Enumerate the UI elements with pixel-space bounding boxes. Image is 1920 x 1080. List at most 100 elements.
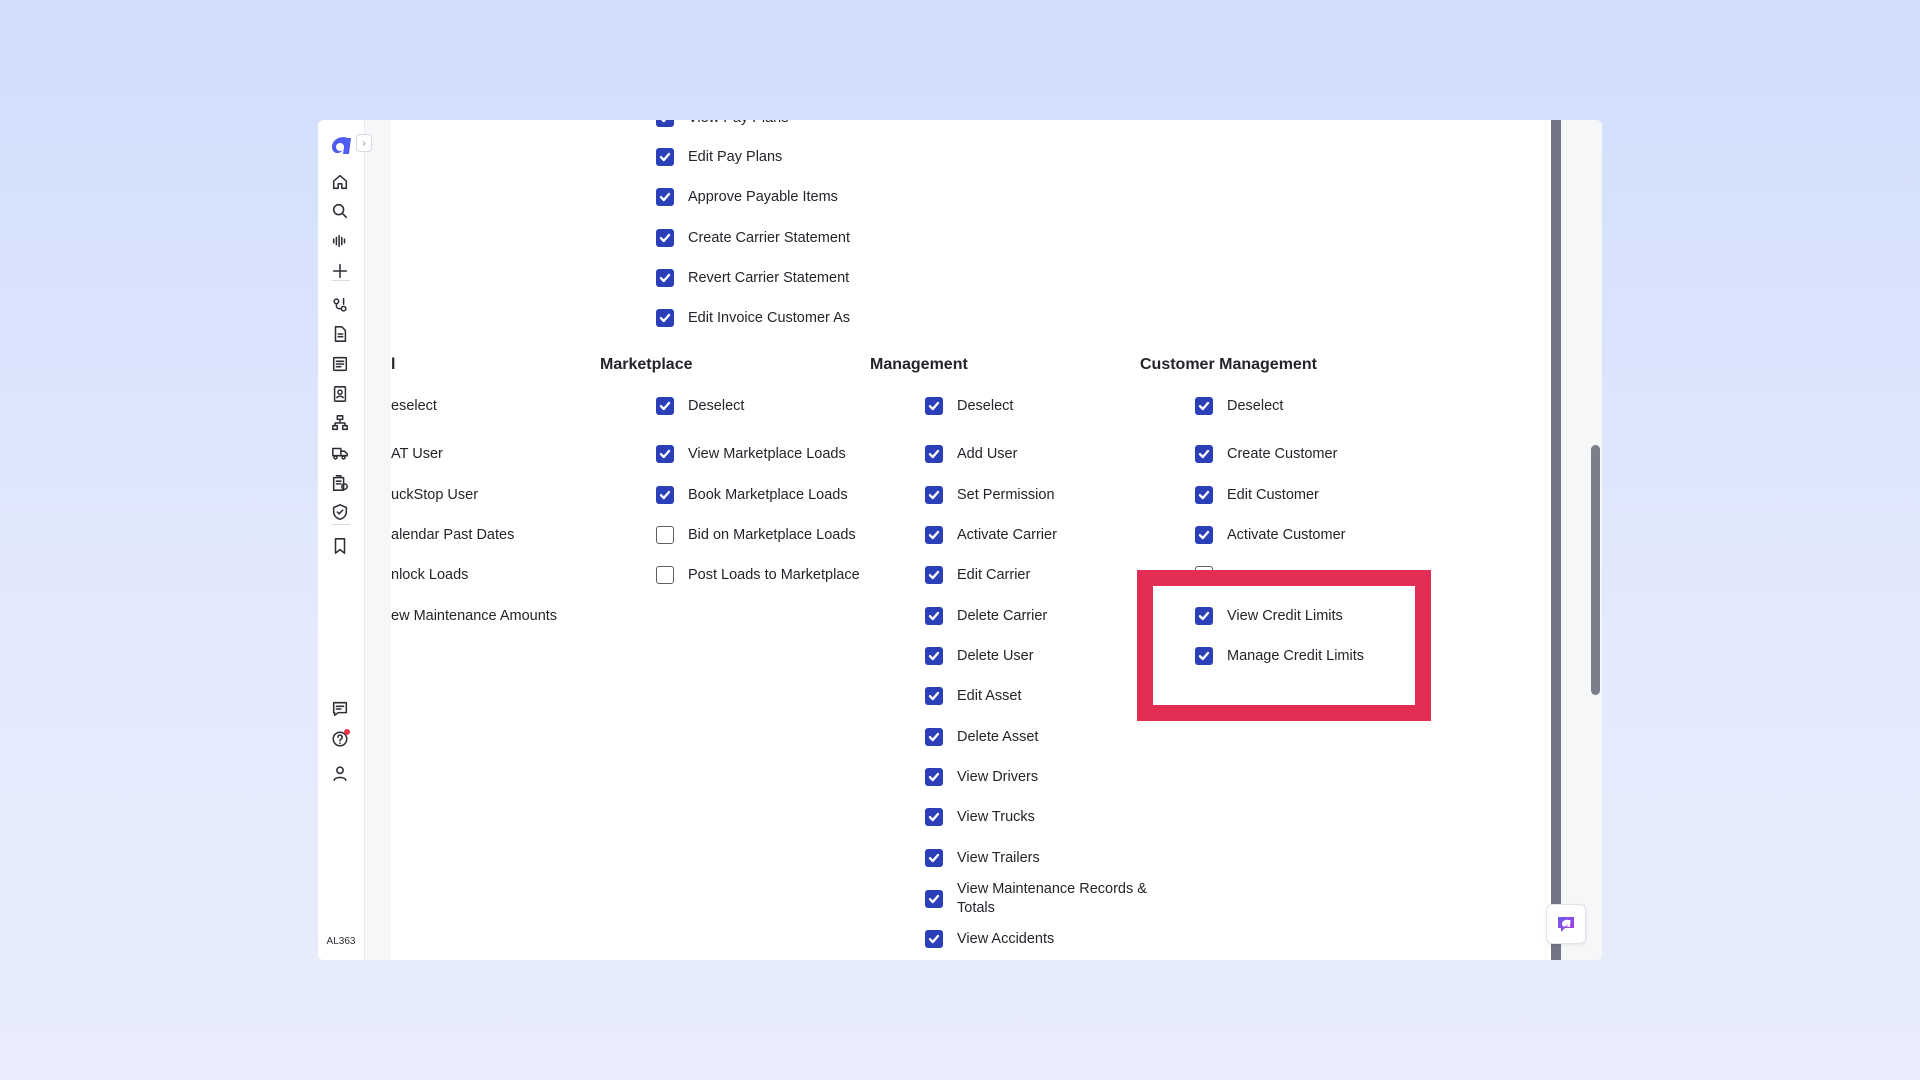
checkbox[interactable] (925, 647, 943, 665)
permission-edit-asset[interactable]: Edit Asset (925, 685, 1021, 707)
permission-create-customer[interactable]: Create Customer (1195, 443, 1337, 465)
permission-view-maintenance-records-totals[interactable]: View Maintenance Records & Totals (925, 879, 1167, 919)
checkbox[interactable] (656, 397, 674, 415)
checkbox[interactable] (925, 808, 943, 826)
permission-eselect[interactable]: eselect (391, 395, 437, 417)
checkbox[interactable] (656, 566, 674, 584)
route-nav-button[interactable] (330, 295, 350, 315)
checkbox[interactable] (656, 188, 674, 206)
permission-revert-carrier-statement[interactable]: Revert Carrier Statement (656, 267, 849, 289)
permission-nlock-loads[interactable]: nlock Loads (391, 564, 468, 586)
checkbox[interactable] (925, 768, 943, 786)
permission-view-trucks[interactable]: View Trucks (925, 806, 1035, 828)
checkbox[interactable] (1195, 486, 1213, 504)
permission-ew-maintenance-amounts[interactable]: ew Maintenance Amounts (391, 605, 557, 627)
sidebar-divider (332, 280, 350, 281)
checkbox[interactable] (656, 526, 674, 544)
permission-delete-carrier[interactable]: Delete Carrier (925, 605, 1047, 627)
building-nav-button[interactable] (330, 473, 350, 493)
checkbox[interactable] (656, 229, 674, 247)
checkbox[interactable] (925, 526, 943, 544)
permission-add-user[interactable]: Add User (925, 443, 1017, 465)
search-icon (332, 203, 348, 219)
section-title: Management (870, 356, 968, 373)
checkbox[interactable] (925, 687, 943, 705)
permission-create-carrier-statement[interactable]: Create Carrier Statement (656, 227, 850, 249)
checkbox[interactable] (656, 445, 674, 463)
checkbox[interactable] (656, 486, 674, 504)
user-code: AL363 (326, 936, 356, 947)
document-nav-button[interactable] (330, 324, 350, 344)
permission-manage-credit-limits[interactable]: Manage Credit Limits (1195, 645, 1364, 667)
permission-edit-carrier[interactable]: Edit Carrier (925, 564, 1030, 586)
checkbox[interactable] (1195, 445, 1213, 463)
permission-post-loads-to-marketplace[interactable]: Post Loads to Marketplace (656, 564, 860, 586)
permission-view-drivers[interactable]: View Drivers (925, 766, 1038, 788)
checkbox[interactable] (925, 930, 943, 948)
permission-view-marketplace-loads[interactable]: View Marketplace Loads (656, 443, 846, 465)
list-document-nav-button[interactable] (330, 354, 350, 374)
checkbox[interactable] (925, 728, 943, 746)
permission-label: uckStop User (391, 487, 479, 503)
permission-alendar-past-dates[interactable]: alendar Past Dates (391, 524, 514, 546)
permission-activate-carrier[interactable]: Activate Carrier (925, 524, 1057, 546)
assistant-button[interactable] (1546, 904, 1586, 944)
permission-book-marketplace-loads[interactable]: Book Marketplace Loads (656, 484, 848, 506)
hierarchy-icon (332, 415, 348, 431)
permission-activate-customer[interactable]: Activate Customer (1195, 524, 1345, 546)
permission-label: Bid on Marketplace Loads (688, 527, 856, 543)
checkbox[interactable] (1195, 397, 1213, 415)
bookmark-icon (334, 538, 346, 554)
permission-view-trailers[interactable]: View Trailers (925, 847, 1040, 869)
permission-deselect[interactable]: Deselect (656, 395, 744, 417)
permission-uckstop-user[interactable]: uckStop User (391, 484, 478, 506)
bookmark-nav-button[interactable] (330, 536, 350, 556)
checkbox[interactable] (925, 397, 943, 415)
checkbox[interactable] (925, 890, 943, 908)
permission-view-credit-limits[interactable]: View Credit Limits (1195, 605, 1343, 627)
audio-wave-nav-button[interactable] (330, 231, 350, 251)
home-nav-button[interactable] (330, 172, 350, 192)
checkbox[interactable] (656, 269, 674, 287)
checkbox[interactable] (1195, 607, 1213, 625)
checkbox[interactable] (656, 120, 674, 127)
checkbox[interactable] (925, 849, 943, 867)
permission-deselect[interactable]: Deselect (925, 395, 1013, 417)
checkbox[interactable] (925, 445, 943, 463)
shield-check-nav-button[interactable] (330, 502, 350, 522)
search-nav-button[interactable] (330, 201, 350, 221)
scrollbar-thumb[interactable] (1591, 445, 1600, 695)
hierarchy-nav-button[interactable] (330, 413, 350, 433)
brand-logo[interactable] (328, 132, 354, 158)
checkbox[interactable] (925, 486, 943, 504)
permission-delete-asset[interactable]: Delete Asset (925, 726, 1038, 748)
permission-view-pay-plans[interactable]: View Pay Plans (656, 120, 788, 129)
checkbox[interactable] (1195, 526, 1213, 544)
plus-nav-button[interactable] (330, 261, 350, 281)
route-icon (333, 297, 347, 312)
checkbox[interactable] (656, 148, 674, 166)
truck-nav-button[interactable] (330, 443, 350, 463)
permission-edit-pay-plans[interactable]: Edit Pay Plans (656, 146, 782, 168)
permission-view-accidents[interactable]: View Accidents (925, 928, 1054, 950)
checkbox[interactable] (1195, 566, 1213, 584)
contacts-nav-button[interactable] (330, 384, 350, 404)
permission-approve-payable-items[interactable]: Approve Payable Items (656, 186, 838, 208)
audio-wave-icon (332, 234, 346, 248)
permission-at-user[interactable]: AT User (391, 443, 443, 465)
checkbox[interactable] (656, 309, 674, 327)
checkbox[interactable] (925, 607, 943, 625)
chat-nav-button[interactable] (330, 699, 350, 719)
checkbox[interactable] (925, 566, 943, 584)
permission-edit-invoice-customer-as[interactable]: Edit Invoice Customer As (656, 307, 850, 329)
permission-set-permission[interactable]: Set Permission (925, 484, 1055, 506)
help-nav-button[interactable] (330, 729, 350, 749)
permission-label: Deselect (1227, 398, 1284, 414)
permission-deselect[interactable]: Deselect (1195, 395, 1283, 417)
permission-bid-on-marketplace-loads[interactable]: Bid on Marketplace Loads (656, 524, 856, 546)
checkbox[interactable] (1195, 647, 1213, 665)
permission-edit-customer[interactable]: Edit Customer (1195, 484, 1319, 506)
permission-delete-user[interactable]: Delete User (925, 645, 1034, 667)
sidebar-collapse-button[interactable]: › (356, 134, 372, 152)
user-nav-button[interactable] (330, 763, 350, 783)
